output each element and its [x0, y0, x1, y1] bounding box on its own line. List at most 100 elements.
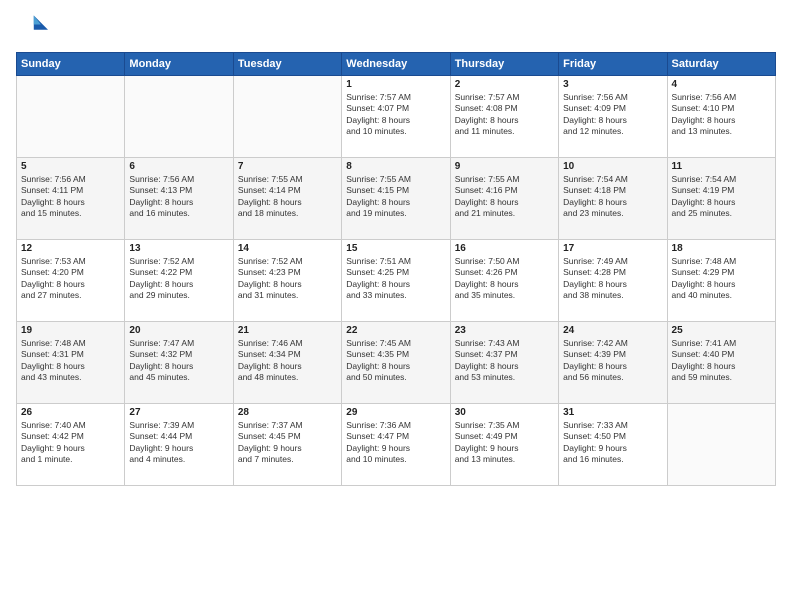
calendar-cell: 16 Sunrise: 7:50 AM Sunset: 4:26 PM Dayli… — [450, 240, 558, 322]
day-number: 29 — [346, 407, 445, 418]
calendar-container: SundayMondayTuesdayWednesdayThursdayFrid… — [0, 0, 792, 612]
day-number: 28 — [238, 407, 337, 418]
day-number: 1 — [346, 79, 445, 90]
calendar-cell: 24 Sunrise: 7:42 AM Sunset: 4:39 PM Dayli… — [559, 322, 667, 404]
calendar-cell: 26 Sunrise: 7:40 AM Sunset: 4:42 PM Dayli… — [17, 404, 125, 486]
day-info: Sunrise: 7:56 AM Sunset: 4:10 PM Dayligh… — [672, 92, 771, 138]
day-number: 3 — [563, 79, 662, 90]
day-info: Sunrise: 7:52 AM Sunset: 4:23 PM Dayligh… — [238, 256, 337, 302]
day-number: 25 — [672, 325, 771, 336]
day-info: Sunrise: 7:39 AM Sunset: 4:44 PM Dayligh… — [129, 420, 228, 466]
logo — [16, 12, 52, 44]
day-number: 22 — [346, 325, 445, 336]
day-info: Sunrise: 7:50 AM Sunset: 4:26 PM Dayligh… — [455, 256, 554, 302]
day-info: Sunrise: 7:40 AM Sunset: 4:42 PM Dayligh… — [21, 420, 120, 466]
day-info: Sunrise: 7:33 AM Sunset: 4:50 PM Dayligh… — [563, 420, 662, 466]
calendar-cell — [233, 76, 341, 158]
calendar-cell: 9Sunrise: 7:55 AM Sunset: 4:16 PM Daylig… — [450, 158, 558, 240]
calendar-cell — [667, 404, 775, 486]
calendar-cell: 2 Sunrise: 7:57 AM Sunset: 4:08 PM Daylig… — [450, 76, 558, 158]
day-number: 31 — [563, 407, 662, 418]
day-info: Sunrise: 7:56 AM Sunset: 4:09 PM Dayligh… — [563, 92, 662, 138]
week-row-5: 26 Sunrise: 7:40 AM Sunset: 4:42 PM Dayli… — [17, 404, 776, 486]
day-number: 24 — [563, 325, 662, 336]
calendar-cell: 31 Sunrise: 7:33 AM Sunset: 4:50 PM Dayli… — [559, 404, 667, 486]
calendar-cell: 6 Sunrise: 7:56 AM Sunset: 4:13 PM Daylig… — [125, 158, 233, 240]
calendar-cell: 13 Sunrise: 7:52 AM Sunset: 4:22 PM Dayli… — [125, 240, 233, 322]
day-number: 30 — [455, 407, 554, 418]
weekday-header-monday: Monday — [125, 53, 233, 76]
day-info: Sunrise: 7:56 AM Sunset: 4:11 PM Dayligh… — [21, 174, 120, 220]
calendar-cell: 18 Sunrise: 7:48 AM Sunset: 4:29 PM Dayli… — [667, 240, 775, 322]
day-info: Sunrise: 7:54 AM Sunset: 4:18 PM Dayligh… — [563, 174, 662, 220]
day-info: Sunrise: 7:36 AM Sunset: 4:47 PM Dayligh… — [346, 420, 445, 466]
day-info: Sunrise: 7:48 AM Sunset: 4:29 PM Dayligh… — [672, 256, 771, 302]
calendar-cell: 14 Sunrise: 7:52 AM Sunset: 4:23 PM Dayli… — [233, 240, 341, 322]
day-number: 23 — [455, 325, 554, 336]
day-info: Sunrise: 7:53 AM Sunset: 4:20 PM Dayligh… — [21, 256, 120, 302]
week-row-4: 19 Sunrise: 7:48 AM Sunset: 4:31 PM Dayli… — [17, 322, 776, 404]
day-info: Sunrise: 7:51 AM Sunset: 4:25 PM Dayligh… — [346, 256, 445, 302]
day-info: Sunrise: 7:37 AM Sunset: 4:45 PM Dayligh… — [238, 420, 337, 466]
calendar-cell: 22 Sunrise: 7:45 AM Sunset: 4:35 PM Dayli… — [342, 322, 450, 404]
day-number: 19 — [21, 325, 120, 336]
calendar-cell: 11 Sunrise: 7:54 AM Sunset: 4:19 PM Dayli… — [667, 158, 775, 240]
day-info: Sunrise: 7:43 AM Sunset: 4:37 PM Dayligh… — [455, 338, 554, 384]
day-info: Sunrise: 7:56 AM Sunset: 4:13 PM Dayligh… — [129, 174, 228, 220]
calendar-cell: 1 Sunrise: 7:57 AM Sunset: 4:07 PM Daylig… — [342, 76, 450, 158]
day-info: Sunrise: 7:45 AM Sunset: 4:35 PM Dayligh… — [346, 338, 445, 384]
calendar-cell: 5Sunrise: 7:56 AM Sunset: 4:11 PM Daylig… — [17, 158, 125, 240]
calendar-cell: 21Sunrise: 7:46 AM Sunset: 4:34 PM Dayli… — [233, 322, 341, 404]
weekday-header-tuesday: Tuesday — [233, 53, 341, 76]
day-info: Sunrise: 7:54 AM Sunset: 4:19 PM Dayligh… — [672, 174, 771, 220]
day-info: Sunrise: 7:46 AM Sunset: 4:34 PM Dayligh… — [238, 338, 337, 384]
calendar-cell: 28 Sunrise: 7:37 AM Sunset: 4:45 PM Dayli… — [233, 404, 341, 486]
day-number: 11 — [672, 161, 771, 172]
week-row-1: 1 Sunrise: 7:57 AM Sunset: 4:07 PM Daylig… — [17, 76, 776, 158]
day-number: 17 — [563, 243, 662, 254]
day-number: 13 — [129, 243, 228, 254]
day-number: 18 — [672, 243, 771, 254]
day-info: Sunrise: 7:57 AM Sunset: 4:07 PM Dayligh… — [346, 92, 445, 138]
calendar-cell: 10 Sunrise: 7:54 AM Sunset: 4:18 PM Dayli… — [559, 158, 667, 240]
day-number: 14 — [238, 243, 337, 254]
day-number: 16 — [455, 243, 554, 254]
day-info: Sunrise: 7:42 AM Sunset: 4:39 PM Dayligh… — [563, 338, 662, 384]
day-info: Sunrise: 7:47 AM Sunset: 4:32 PM Dayligh… — [129, 338, 228, 384]
day-info: Sunrise: 7:57 AM Sunset: 4:08 PM Dayligh… — [455, 92, 554, 138]
day-number: 4 — [672, 79, 771, 90]
calendar-cell: 17 Sunrise: 7:49 AM Sunset: 4:28 PM Dayli… — [559, 240, 667, 322]
calendar-cell: 23 Sunrise: 7:43 AM Sunset: 4:37 PM Dayli… — [450, 322, 558, 404]
calendar-cell: 7 Sunrise: 7:55 AM Sunset: 4:14 PM Daylig… — [233, 158, 341, 240]
day-number: 20 — [129, 325, 228, 336]
day-number: 26 — [21, 407, 120, 418]
calendar-cell: 27Sunrise: 7:39 AM Sunset: 4:44 PM Dayli… — [125, 404, 233, 486]
calendar-cell — [17, 76, 125, 158]
day-info: Sunrise: 7:41 AM Sunset: 4:40 PM Dayligh… — [672, 338, 771, 384]
weekday-header-saturday: Saturday — [667, 53, 775, 76]
day-info: Sunrise: 7:55 AM Sunset: 4:14 PM Dayligh… — [238, 174, 337, 220]
day-number: 7 — [238, 161, 337, 172]
day-number: 10 — [563, 161, 662, 172]
day-info: Sunrise: 7:48 AM Sunset: 4:31 PM Dayligh… — [21, 338, 120, 384]
calendar-table: SundayMondayTuesdayWednesdayThursdayFrid… — [16, 52, 776, 486]
weekday-header-wednesday: Wednesday — [342, 53, 450, 76]
calendar-cell: 20 Sunrise: 7:47 AM Sunset: 4:32 PM Dayli… — [125, 322, 233, 404]
day-number: 2 — [455, 79, 554, 90]
calendar-cell: 3 Sunrise: 7:56 AM Sunset: 4:09 PM Daylig… — [559, 76, 667, 158]
calendar-cell: 25 Sunrise: 7:41 AM Sunset: 4:40 PM Dayli… — [667, 322, 775, 404]
calendar-cell — [125, 76, 233, 158]
day-number: 6 — [129, 161, 228, 172]
week-row-2: 5Sunrise: 7:56 AM Sunset: 4:11 PM Daylig… — [17, 158, 776, 240]
weekday-header-row: SundayMondayTuesdayWednesdayThursdayFrid… — [17, 53, 776, 76]
day-number: 15 — [346, 243, 445, 254]
day-number: 9 — [455, 161, 554, 172]
day-info: Sunrise: 7:52 AM Sunset: 4:22 PM Dayligh… — [129, 256, 228, 302]
header — [16, 12, 776, 44]
day-info: Sunrise: 7:49 AM Sunset: 4:28 PM Dayligh… — [563, 256, 662, 302]
calendar-cell: 8Sunrise: 7:55 AM Sunset: 4:15 PM Daylig… — [342, 158, 450, 240]
day-number: 12 — [21, 243, 120, 254]
calendar-cell: 30Sunrise: 7:35 AM Sunset: 4:49 PM Dayli… — [450, 404, 558, 486]
weekday-header-friday: Friday — [559, 53, 667, 76]
day-number: 8 — [346, 161, 445, 172]
